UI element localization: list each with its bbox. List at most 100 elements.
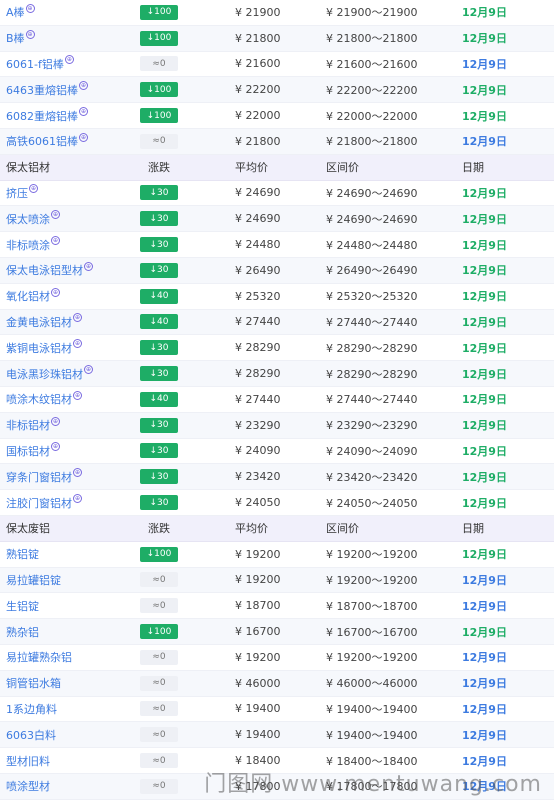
product-name-cell[interactable]: 注胶门窗铝材 ⊕ — [6, 490, 82, 515]
change-cell: ↓100 — [140, 0, 178, 25]
product-name-cell[interactable]: 型材旧料 — [6, 748, 50, 773]
product-name-link[interactable]: 保太喷涂 — [6, 211, 50, 227]
product-name-cell[interactable]: B棒 ⊕ — [6, 26, 35, 51]
header-change: 涨跌 — [148, 522, 170, 536]
table-row: B棒 ⊕ ↓100 ¥ 21800 ¥ 21800～21800 12月9日 — [0, 25, 554, 52]
change-cell: ↓100 — [140, 103, 178, 128]
product-name-link[interactable]: 注胶门窗铝材 — [6, 495, 72, 511]
average-price: ¥ 23420 — [235, 470, 281, 484]
header-avg: 平均价 — [235, 522, 268, 536]
product-name-link[interactable]: 6063白料 — [6, 727, 56, 743]
product-name-link[interactable]: A棒 — [6, 4, 25, 20]
header-date: 日期 — [462, 522, 484, 536]
price-range: ¥ 23420～23420 — [326, 470, 418, 484]
product-name-cell[interactable]: 易拉罐铝锭 — [6, 568, 61, 593]
price-range: ¥ 25320～25320 — [326, 290, 418, 304]
product-name-cell[interactable]: 穿条门窗铝材 ⊕ — [6, 464, 82, 489]
product-name-link[interactable]: 高铁6061铝棒 — [6, 133, 78, 149]
product-name-link[interactable]: 1系边角料 — [6, 701, 57, 717]
product-name-cell[interactable]: 喷涂型材 — [6, 774, 50, 799]
date: 12月9日 — [462, 573, 507, 587]
product-name-cell[interactable]: 国标铝材 ⊕ — [6, 439, 60, 464]
product-name-cell[interactable]: 易拉罐熟杂铝 — [6, 645, 72, 670]
product-name-cell[interactable]: A棒 ⊕ — [6, 0, 35, 25]
product-name-cell[interactable]: 保太喷涂 ⊕ — [6, 206, 60, 231]
product-name-cell[interactable]: 高铁6061铝棒 ⊕ — [6, 129, 88, 154]
product-name-link[interactable]: 保太电泳铝型材 — [6, 262, 83, 278]
product-name-link[interactable]: 熟杂铝 — [6, 624, 39, 640]
table-row: 非标铝材 ⊕ ↓30 ¥ 23290 ¥ 23290～23290 12月9日 — [0, 412, 554, 439]
header-name-label: 保太废铝 — [6, 522, 50, 536]
table-row: 6082重熔铝棒 ⊕ ↓100 ¥ 22000 ¥ 22000～22000 12月9日 — [0, 103, 554, 129]
product-name-cell[interactable]: 6061-f铝棒 ⊕ — [6, 52, 74, 77]
change-cell: ≈0 — [140, 52, 178, 77]
date: 12月9日 — [462, 548, 507, 562]
product-name-link[interactable]: 型材旧料 — [6, 753, 50, 769]
average-price: ¥ 16700 — [235, 625, 281, 639]
change-badge: ↓30 — [140, 495, 178, 511]
product-name-cell[interactable]: 生铝锭 — [6, 593, 39, 618]
table-row: 6063白料 ≈0 ¥ 19400 ¥ 19400～19400 12月9日 — [0, 722, 554, 749]
product-name-cell[interactable]: 熟铝锭 — [6, 542, 39, 567]
price-range: ¥ 27440～27440 — [326, 315, 418, 329]
change-cell: ≈0 — [140, 645, 178, 670]
date: 12月9日 — [462, 393, 507, 407]
product-name-link[interactable]: 紫铜电泳铝材 — [6, 340, 72, 356]
product-name-link[interactable]: 穿条门窗铝材 — [6, 469, 72, 485]
product-name-cell[interactable]: 熟杂铝 — [6, 619, 39, 644]
date: 12月9日 — [462, 341, 507, 355]
product-name-cell[interactable]: 6082重熔铝棒 ⊕ — [6, 103, 88, 128]
average-price: ¥ 21900 — [235, 5, 281, 19]
product-name-cell[interactable]: 氧化铝材 ⊕ — [6, 284, 60, 309]
product-name-link[interactable]: 铜管铝水箱 — [6, 675, 61, 691]
product-name-cell[interactable]: 电泳黑珍珠铝材 ⊕ — [6, 361, 93, 386]
product-name-link[interactable]: 喷涂型材 — [6, 778, 50, 794]
product-name-cell[interactable]: 紫铜电泳铝材 ⊕ — [6, 335, 82, 360]
average-price: ¥ 24690 — [235, 186, 281, 200]
product-name-cell[interactable]: 6063白料 — [6, 722, 56, 747]
product-name-link[interactable]: 挤压 — [6, 185, 28, 201]
product-name-link[interactable]: 生铝锭 — [6, 598, 39, 614]
product-name-link[interactable]: 易拉罐铝锭 — [6, 572, 61, 588]
price-range: ¥ 19400～19400 — [326, 702, 418, 716]
product-name-link[interactable]: 6082重熔铝棒 — [6, 108, 78, 124]
product-name-link[interactable]: 熟铝锭 — [6, 546, 39, 562]
product-name-cell[interactable]: 金黄电泳铝材 ⊕ — [6, 310, 82, 335]
price-range: ¥ 24090～24090 — [326, 444, 418, 458]
external-link-icon: ⊕ — [51, 210, 60, 220]
product-name-cell[interactable]: 1系边角料 — [6, 697, 57, 722]
price-range: ¥ 26490～26490 — [326, 264, 418, 278]
average-price: ¥ 22000 — [235, 109, 281, 123]
product-name-cell[interactable]: 非标铝材 ⊕ — [6, 413, 60, 438]
product-name-cell[interactable]: 6463重熔铝棒 ⊕ — [6, 77, 88, 102]
product-name-link[interactable]: 喷涂木纹铝材 — [6, 391, 72, 407]
product-name-cell[interactable]: 保太电泳铝型材 ⊕ — [6, 258, 93, 283]
product-name-link[interactable]: 氧化铝材 — [6, 288, 50, 304]
product-name-cell[interactable]: 喷涂木纹铝材 ⊕ — [6, 387, 82, 412]
table-row: 喷涂木纹铝材 ⊕ ↓40 ¥ 27440 ¥ 27440～27440 12月9日 — [0, 387, 554, 413]
change-cell: ↓30 — [140, 361, 178, 386]
change-badge: ≈0 — [140, 56, 178, 72]
change-cell: ↓40 — [140, 284, 178, 309]
change-cell: ↓30 — [140, 181, 178, 206]
change-badge: ≈0 — [140, 572, 178, 588]
product-name-link[interactable]: 6463重熔铝棒 — [6, 82, 78, 98]
product-name-cell[interactable]: 铜管铝水箱 — [6, 671, 61, 696]
product-name-cell[interactable]: 挤压 ⊕ — [6, 181, 38, 206]
product-name-link[interactable]: 金黄电泳铝材 — [6, 314, 72, 330]
change-cell: ↓30 — [140, 464, 178, 489]
product-name-link[interactable]: 非标铝材 — [6, 417, 50, 433]
product-name-link[interactable]: 6061-f铝棒 — [6, 56, 64, 72]
average-price: ¥ 28290 — [235, 341, 281, 355]
external-link-icon: ⊕ — [51, 236, 60, 246]
product-name-link[interactable]: 非标喷涂 — [6, 237, 50, 253]
date: 12月9日 — [462, 728, 507, 742]
product-name-cell[interactable]: 非标喷涂 ⊕ — [6, 232, 60, 257]
product-name-link[interactable]: 电泳黑珍珠铝材 — [6, 366, 83, 382]
change-cell: ≈0 — [140, 722, 178, 747]
product-name-link[interactable]: 国标铝材 — [6, 443, 50, 459]
change-badge: ↓30 — [140, 417, 178, 433]
change-cell: ↓30 — [140, 490, 178, 515]
product-name-link[interactable]: B棒 — [6, 30, 25, 46]
product-name-link[interactable]: 易拉罐熟杂铝 — [6, 649, 72, 665]
